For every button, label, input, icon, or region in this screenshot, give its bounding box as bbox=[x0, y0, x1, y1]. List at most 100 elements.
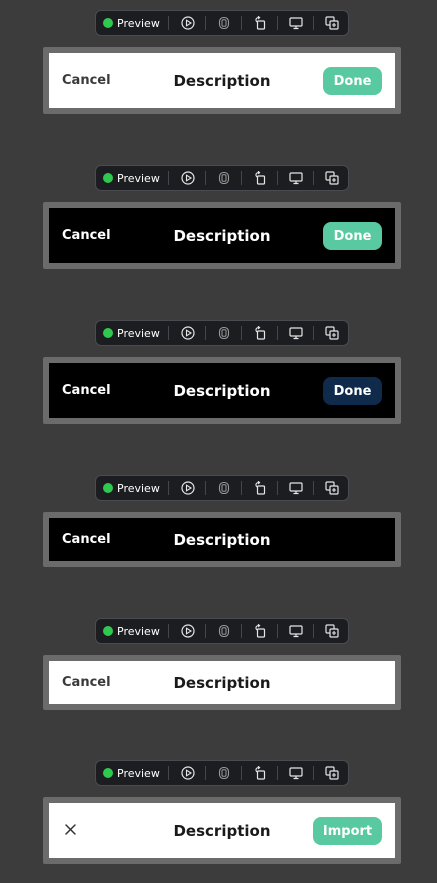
cancel-button[interactable]: Cancel bbox=[62, 363, 111, 418]
device-icon[interactable] bbox=[217, 624, 231, 638]
done-button[interactable]: Done bbox=[323, 67, 382, 95]
toolbar-divider bbox=[205, 171, 206, 185]
device-frame: Cancel Description Done bbox=[43, 357, 401, 424]
nav-bar: Cancel Description bbox=[49, 518, 395, 561]
toolbar-divider bbox=[168, 326, 169, 340]
device-frame: Description Import bbox=[43, 797, 401, 864]
done-button[interactable]: Done bbox=[323, 377, 382, 405]
device-frame: Cancel Description bbox=[43, 512, 401, 567]
toolbar-divider bbox=[205, 326, 206, 340]
nav-bar: Cancel Description bbox=[49, 661, 395, 704]
preview-toolbar: Preview bbox=[95, 618, 349, 644]
nav-title: Description bbox=[173, 530, 271, 549]
toolbar-divider bbox=[277, 326, 278, 340]
desktop-icon[interactable] bbox=[289, 326, 303, 340]
nav-bar: Cancel Description Done bbox=[49, 53, 395, 108]
device-icon[interactable] bbox=[217, 766, 231, 780]
desktop-icon[interactable] bbox=[289, 171, 303, 185]
play-circle-icon[interactable] bbox=[181, 766, 195, 780]
preview-toolbar: Preview bbox=[95, 165, 349, 191]
toolbar-divider bbox=[205, 16, 206, 30]
play-circle-icon[interactable] bbox=[181, 326, 195, 340]
toolbar-divider bbox=[313, 766, 314, 780]
preview-label: Preview bbox=[117, 624, 160, 638]
desktop-icon[interactable] bbox=[289, 481, 303, 495]
preview-toolbar: Preview bbox=[95, 760, 349, 786]
cancel-button[interactable]: Cancel bbox=[62, 518, 111, 561]
nav-title: Description bbox=[173, 673, 271, 692]
preview-toolbar: Preview bbox=[95, 320, 349, 346]
toolbar-divider bbox=[168, 766, 169, 780]
toolbar-divider bbox=[277, 16, 278, 30]
nav-title: Description bbox=[173, 821, 271, 840]
toolbar-divider bbox=[313, 326, 314, 340]
duplicate-icon[interactable] bbox=[325, 481, 339, 495]
preview-label: Preview bbox=[117, 766, 160, 780]
toolbar-divider bbox=[168, 481, 169, 495]
preview-button[interactable]: Preview bbox=[103, 166, 160, 190]
play-circle-icon[interactable] bbox=[181, 16, 195, 30]
status-dot-icon bbox=[103, 18, 113, 28]
rotate-icon[interactable] bbox=[253, 481, 267, 495]
cancel-button[interactable]: Cancel bbox=[62, 661, 111, 704]
preview-button[interactable]: Preview bbox=[103, 619, 160, 643]
preview-label: Preview bbox=[117, 171, 160, 185]
play-circle-icon[interactable] bbox=[181, 171, 195, 185]
toolbar-divider bbox=[205, 766, 206, 780]
cancel-button[interactable]: Cancel bbox=[62, 53, 111, 108]
duplicate-icon[interactable] bbox=[325, 171, 339, 185]
toolbar-divider bbox=[241, 171, 242, 185]
status-dot-icon bbox=[103, 173, 113, 183]
status-dot-icon bbox=[103, 328, 113, 338]
nav-bar: Description Import bbox=[49, 803, 395, 858]
preview-label: Preview bbox=[117, 16, 160, 30]
preview-button[interactable]: Preview bbox=[103, 321, 160, 345]
rotate-icon[interactable] bbox=[253, 16, 267, 30]
toolbar-divider bbox=[168, 16, 169, 30]
duplicate-icon[interactable] bbox=[325, 624, 339, 638]
device-frame: Cancel Description bbox=[43, 655, 401, 710]
desktop-icon[interactable] bbox=[289, 624, 303, 638]
rotate-icon[interactable] bbox=[253, 624, 267, 638]
toolbar-divider bbox=[241, 16, 242, 30]
close-icon[interactable] bbox=[62, 821, 80, 839]
play-circle-icon[interactable] bbox=[181, 624, 195, 638]
toolbar-divider bbox=[241, 766, 242, 780]
preview-toolbar: Preview bbox=[95, 475, 349, 501]
preview-label: Preview bbox=[117, 481, 160, 495]
device-icon[interactable] bbox=[217, 171, 231, 185]
status-dot-icon bbox=[103, 483, 113, 493]
duplicate-icon[interactable] bbox=[325, 766, 339, 780]
preview-toolbar: Preview bbox=[95, 10, 349, 36]
nav-title: Description bbox=[173, 226, 271, 245]
device-icon[interactable] bbox=[217, 481, 231, 495]
preview-button[interactable]: Preview bbox=[103, 476, 160, 500]
toolbar-divider bbox=[241, 481, 242, 495]
toolbar-divider bbox=[277, 171, 278, 185]
device-icon[interactable] bbox=[217, 16, 231, 30]
desktop-icon[interactable] bbox=[289, 766, 303, 780]
done-button[interactable]: Done bbox=[323, 222, 382, 250]
status-dot-icon bbox=[103, 626, 113, 636]
toolbar-divider bbox=[205, 481, 206, 495]
device-frame: Cancel Description Done bbox=[43, 202, 401, 269]
toolbar-divider bbox=[168, 171, 169, 185]
device-icon[interactable] bbox=[217, 326, 231, 340]
rotate-icon[interactable] bbox=[253, 326, 267, 340]
play-circle-icon[interactable] bbox=[181, 481, 195, 495]
toolbar-divider bbox=[313, 481, 314, 495]
rotate-icon[interactable] bbox=[253, 171, 267, 185]
toolbar-divider bbox=[205, 624, 206, 638]
duplicate-icon[interactable] bbox=[325, 16, 339, 30]
preview-label: Preview bbox=[117, 326, 160, 340]
duplicate-icon[interactable] bbox=[325, 326, 339, 340]
cancel-button[interactable]: Cancel bbox=[62, 208, 111, 263]
nav-title: Description bbox=[173, 71, 271, 90]
nav-title: Description bbox=[173, 381, 271, 400]
rotate-icon[interactable] bbox=[253, 766, 267, 780]
import-button[interactable]: Import bbox=[313, 817, 382, 845]
desktop-icon[interactable] bbox=[289, 16, 303, 30]
nav-bar: Cancel Description Done bbox=[49, 363, 395, 418]
preview-button[interactable]: Preview bbox=[103, 11, 160, 35]
preview-button[interactable]: Preview bbox=[103, 761, 160, 785]
